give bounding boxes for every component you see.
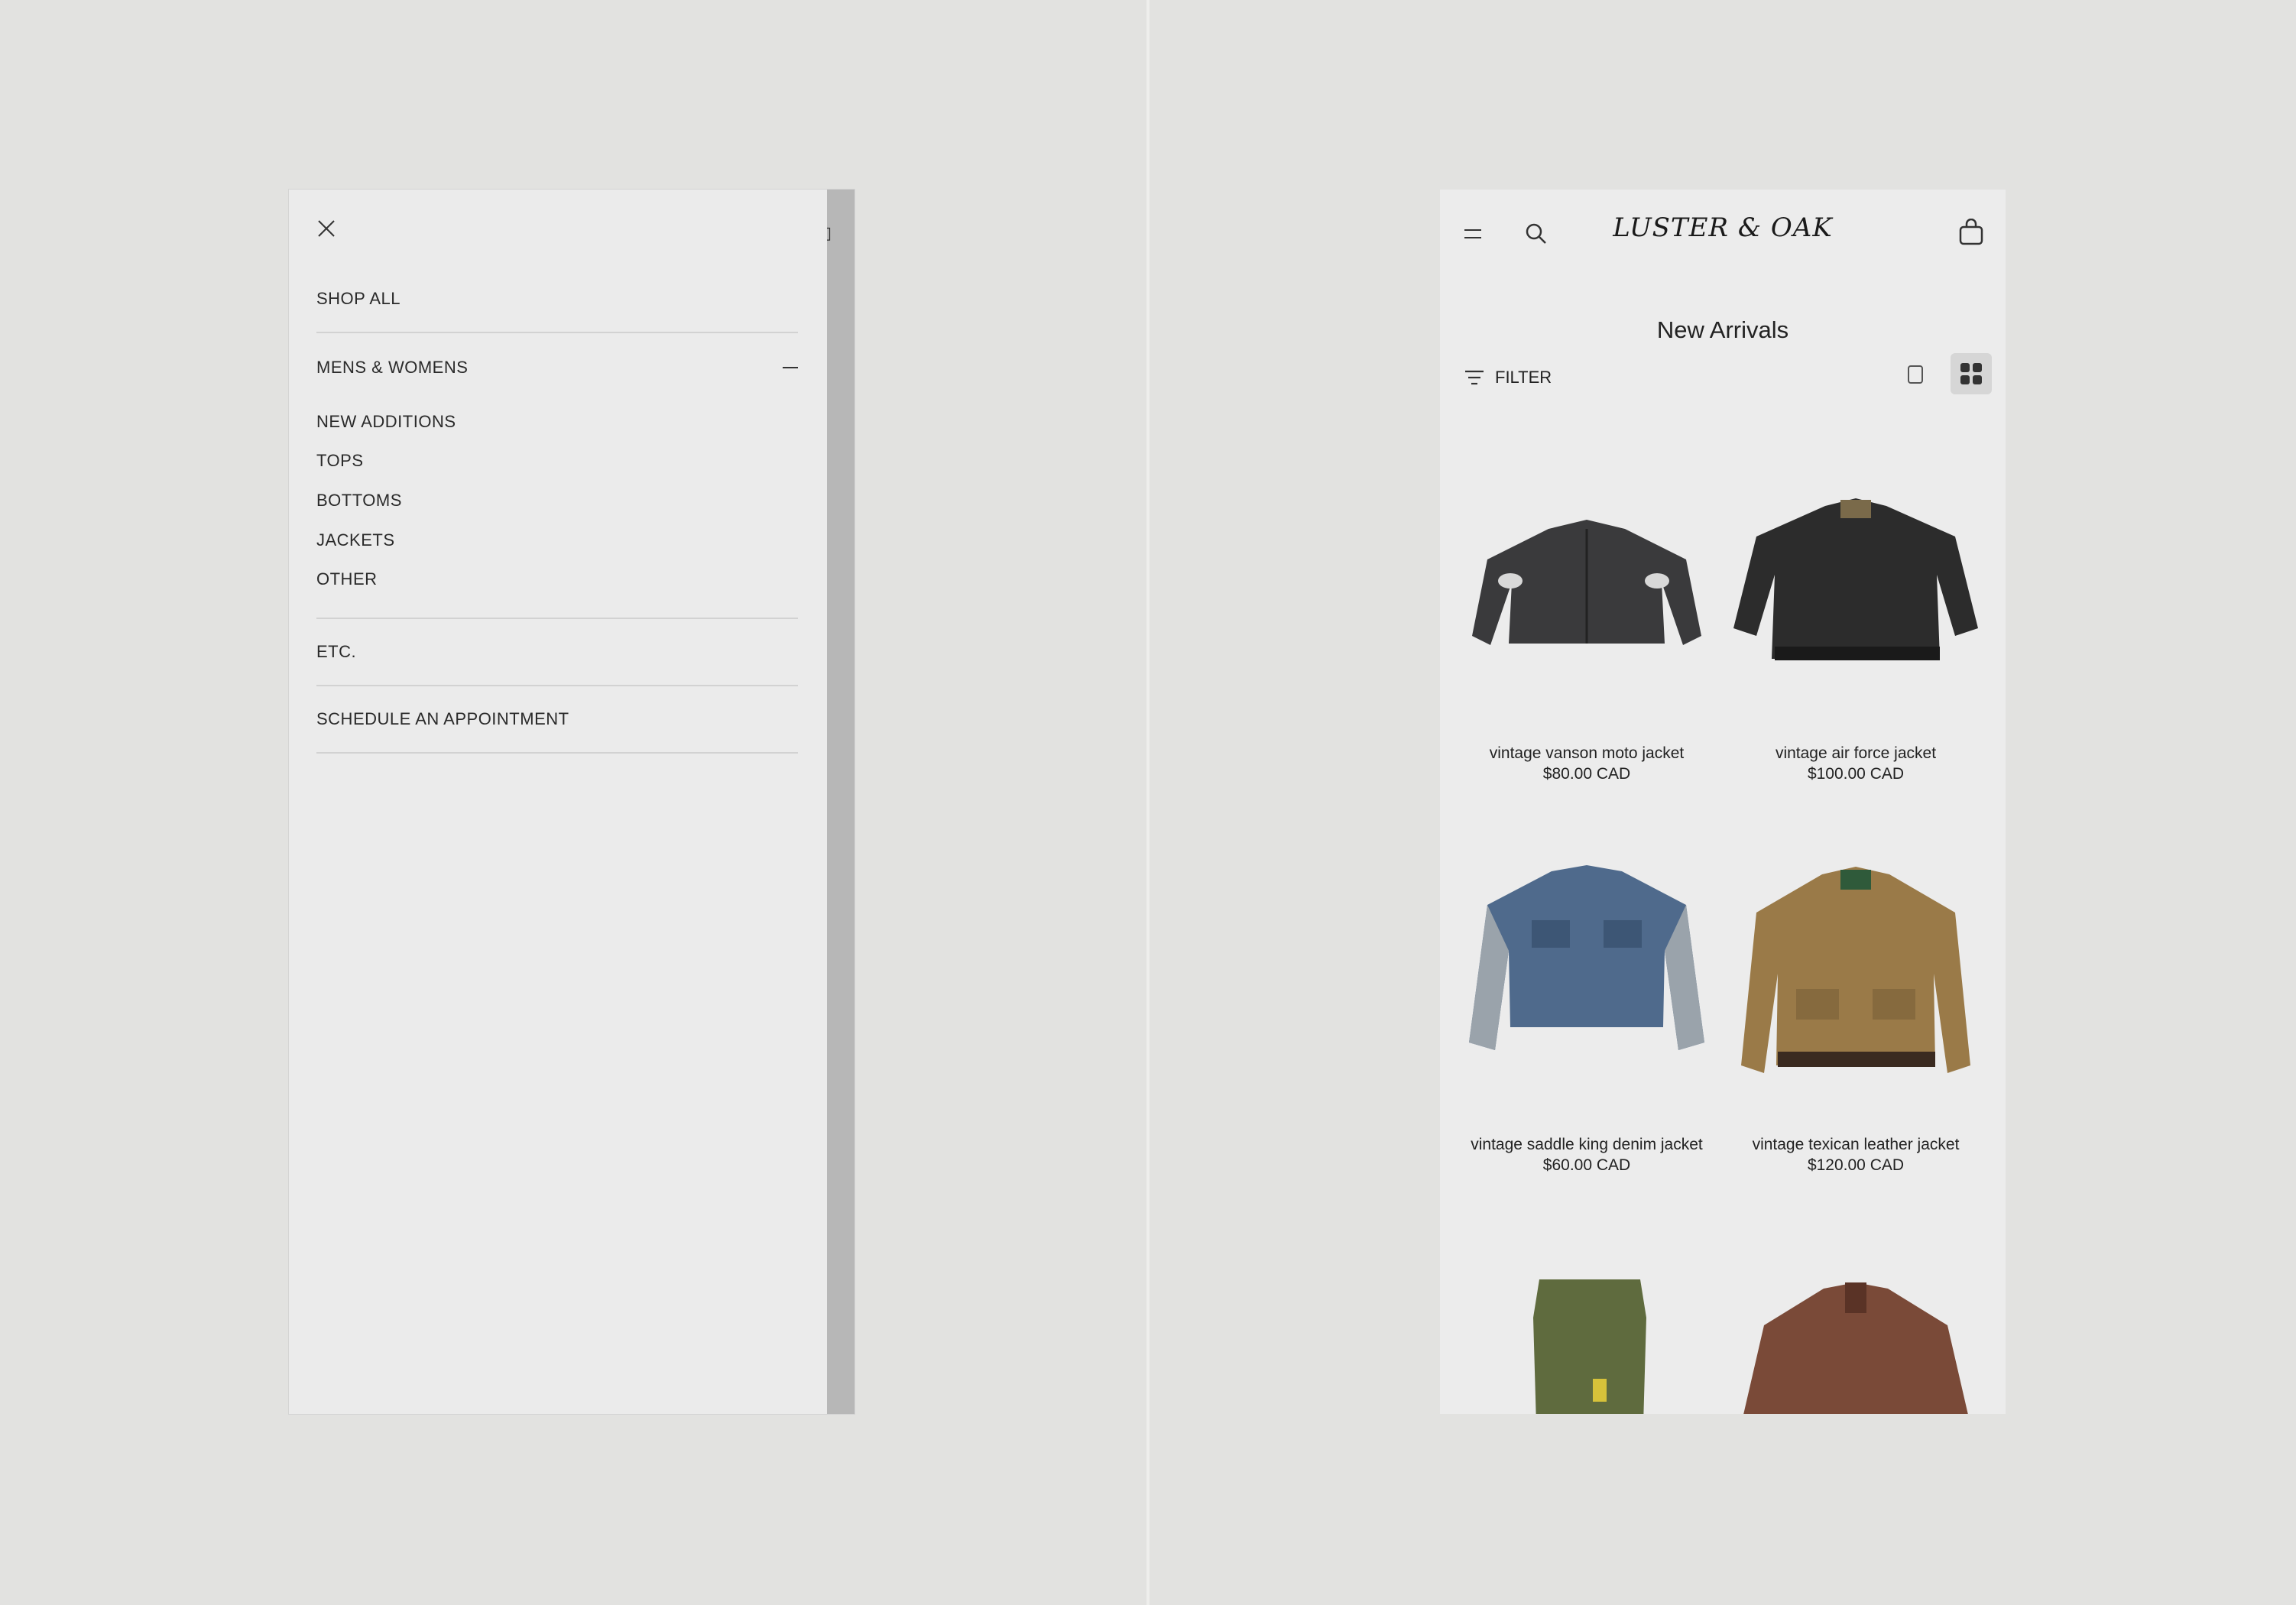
page-overlay[interactable]: ▯ bbox=[822, 190, 855, 1414]
grid-view-button[interactable] bbox=[1951, 353, 1992, 394]
product-listing-screen: LUSTER & OAK New Arrivals FILTER vintage… bbox=[1440, 190, 2006, 1414]
product-card[interactable]: vintage texican leather jacket $120.00 C… bbox=[1726, 844, 1986, 1175]
submenu-item-bottoms[interactable]: BOTTOMS bbox=[316, 491, 402, 511]
menu-item-schedule-appointment[interactable]: SCHEDULE AN APPOINTMENT bbox=[316, 709, 569, 729]
menu-divider bbox=[316, 332, 798, 333]
submenu-item-jackets[interactable]: JACKETS bbox=[316, 530, 395, 550]
screen-divider bbox=[1146, 0, 1150, 1605]
submenu-item-tops[interactable]: TOPS bbox=[316, 451, 364, 471]
menu-divider bbox=[316, 618, 798, 619]
product-name[interactable]: vintage vanson moto jacket bbox=[1457, 743, 1717, 764]
product-card[interactable] bbox=[1457, 1272, 1717, 1414]
product-price: $100.00 CAD bbox=[1807, 765, 1905, 783]
product-image[interactable] bbox=[1457, 452, 1717, 743]
submenu-item-other[interactable]: OTHER bbox=[316, 569, 378, 589]
product-price: $60.00 CAD bbox=[1542, 1156, 1631, 1174]
shopping-bag-icon[interactable] bbox=[1958, 219, 1984, 246]
filter-icon bbox=[1465, 370, 1484, 385]
product-card[interactable]: vintage saddle king denim jacket $60.00 … bbox=[1457, 844, 1717, 1175]
filter-label: FILTER bbox=[1495, 368, 1552, 387]
close-icon[interactable] bbox=[315, 217, 338, 240]
collapse-icon[interactable] bbox=[783, 367, 798, 368]
menu-divider bbox=[316, 685, 798, 686]
product-image[interactable] bbox=[1726, 1272, 1986, 1414]
mobile-menu-screen: ▯ SHOP ALL MENS & WOMENS NEW ADDITIONS T… bbox=[289, 190, 855, 1414]
menu-item-etc[interactable]: ETC. bbox=[316, 642, 356, 662]
grid-view-icon bbox=[1960, 363, 1982, 384]
product-name[interactable]: vintage texican leather jacket bbox=[1726, 1134, 1986, 1155]
product-price: $80.00 CAD bbox=[1542, 765, 1631, 783]
product-card[interactable] bbox=[1726, 1272, 1986, 1414]
nav-drawer: SHOP ALL MENS & WOMENS NEW ADDITIONS TOP… bbox=[289, 190, 827, 1414]
page-title: New Arrivals bbox=[1656, 316, 1789, 343]
menu-item-mens-womens[interactable]: MENS & WOMENS bbox=[316, 358, 468, 378]
product-price: $120.00 CAD bbox=[1807, 1156, 1905, 1174]
product-image[interactable] bbox=[1726, 452, 1986, 743]
product-card[interactable]: vintage vanson moto jacket $80.00 CAD bbox=[1457, 452, 1717, 784]
product-name[interactable]: vintage saddle king denim jacket bbox=[1457, 1134, 1717, 1155]
menu-item-shop-all[interactable]: SHOP ALL bbox=[316, 289, 401, 309]
submenu-item-new-additions[interactable]: NEW ADDITIONS bbox=[316, 412, 456, 432]
single-view-icon[interactable] bbox=[1908, 365, 1923, 384]
store-logo[interactable]: LUSTER & OAK bbox=[1440, 212, 2006, 243]
product-image[interactable] bbox=[1726, 844, 1986, 1134]
product-image[interactable] bbox=[1457, 1272, 1717, 1414]
filter-button[interactable]: FILTER bbox=[1464, 364, 1552, 391]
product-name[interactable]: vintage air force jacket bbox=[1726, 743, 1986, 764]
menu-divider bbox=[316, 752, 798, 754]
product-card[interactable]: vintage air force jacket $100.00 CAD bbox=[1726, 452, 1986, 784]
product-image[interactable] bbox=[1457, 844, 1717, 1134]
